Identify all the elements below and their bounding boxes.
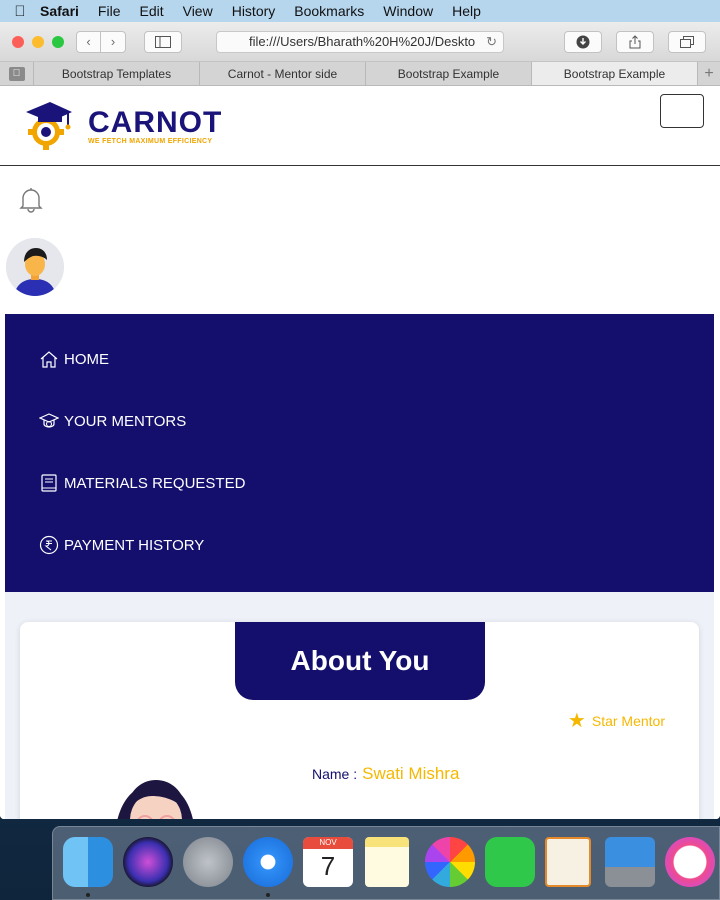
name-value: Swati Mishra: [362, 764, 460, 783]
nav-item-your-mentors[interactable]: YOUR MENTORS: [39, 410, 186, 432]
rupee-icon: [39, 535, 59, 555]
address-bar[interactable]: file:///Users/Bharath%20H%20J/Deskto ↻: [216, 30, 504, 53]
menu-file[interactable]: File: [98, 3, 121, 19]
about-card: About You ★ Star Mentor Name : Swati Mis…: [20, 622, 699, 819]
sidebar-icon: [155, 35, 171, 48]
home-icon: [40, 351, 58, 368]
side-navigation: HOME YOUR MENTORS MATERIALS REQUESTED PA…: [5, 314, 714, 592]
finder-running-indicator: [86, 893, 90, 897]
menu-window[interactable]: Window: [383, 3, 433, 19]
mentors-icon: [39, 413, 59, 428]
nav-materials-label: MATERIALS REQUESTED: [64, 474, 246, 492]
nav-payment-label: PAYMENT HISTORY: [64, 536, 205, 554]
site-logo[interactable]: CARNOT WE FETCH MAXIMUM EFFICIENCY: [22, 100, 222, 152]
navbar-toggler-button[interactable]: [660, 94, 704, 128]
tab-bootstrap-templates[interactable]: Bootstrap Templates: [34, 62, 200, 85]
menu-view[interactable]: View: [183, 3, 213, 19]
star-icon: ★: [567, 710, 586, 732]
browser-toolbar: ‹ › file:///Users/Bharath%20H%20J/Deskto…: [0, 22, 720, 62]
pages-icon[interactable]: [545, 837, 591, 887]
chevron-left-icon: ‹: [86, 34, 91, 49]
calendar-day: 7: [320, 851, 336, 881]
menu-history[interactable]: History: [232, 3, 276, 19]
logo-tagline: WE FETCH MAXIMUM EFFICIENCY: [88, 137, 213, 145]
nav-item-materials-requested[interactable]: MATERIALS REQUESTED: [39, 472, 245, 494]
close-window-button[interactable]: [12, 35, 24, 48]
tab-bar:  Bootstrap Templates Carnot - Mentor si…: [0, 62, 720, 86]
macos-dock: NOV 7: [52, 826, 720, 900]
keynote-icon[interactable]: [605, 837, 655, 887]
share-icon: [629, 34, 641, 48]
nav-home-label: HOME: [64, 350, 109, 368]
facetime-icon[interactable]: [485, 837, 535, 887]
logo-name: CARNOT: [88, 105, 223, 139]
zoom-window-button[interactable]: [52, 35, 64, 48]
menu-edit[interactable]: Edit: [139, 3, 163, 19]
window-controls: [12, 35, 64, 48]
notification-bell-icon[interactable]: [18, 186, 44, 219]
toolbar-right: [564, 30, 706, 53]
plus-icon: +: [704, 64, 714, 82]
menu-bookmarks[interactable]: Bookmarks: [294, 3, 364, 19]
tab-bootstrap-example[interactable]: Bootstrap Example: [366, 62, 532, 85]
site-header: CARNOT WE FETCH MAXIMUM EFFICIENCY: [0, 86, 720, 166]
photos-icon[interactable]: [425, 837, 475, 887]
share-button[interactable]: [616, 30, 654, 53]
logo-text: CARNOT WE FETCH MAXIMUM EFFICIENCY: [88, 105, 223, 145]
user-avatar[interactable]: [6, 238, 64, 296]
star-mentor-label: Star Mentor: [591, 712, 665, 729]
apple-menu-icon[interactable]: : [0, 3, 40, 20]
itunes-icon[interactable]: [665, 837, 715, 887]
nav-item-payment-history[interactable]: PAYMENT HISTORY: [39, 534, 204, 556]
browser-window: ‹ › file:///Users/Bharath%20H%20J/Deskto…: [0, 22, 720, 819]
finder-icon[interactable]: [63, 837, 113, 887]
siri-icon[interactable]: [123, 837, 173, 887]
address-text: file:///Users/Bharath%20H%20J/Deskto: [249, 34, 476, 49]
safari-icon[interactable]: [243, 837, 293, 887]
gear-graduation-cap-icon: [26, 102, 72, 150]
tab-bootstrap-example-active[interactable]: Bootstrap Example: [532, 62, 698, 85]
menu-app-name[interactable]: Safari: [40, 3, 79, 19]
tabs-icon: [680, 35, 694, 48]
calendar-month: NOV: [303, 837, 353, 849]
back-button[interactable]: ‹: [76, 30, 101, 53]
safari-running-indicator: [266, 893, 270, 897]
launchpad-icon[interactable]: [183, 837, 233, 887]
sidebar-toggle-button[interactable]: [144, 30, 182, 53]
macos-menubar:  Safari File Edit View History Bookmark…: [0, 0, 720, 22]
book-icon: [41, 474, 57, 492]
chevron-right-icon: ›: [110, 34, 116, 49]
name-label: Name :: [312, 766, 358, 782]
download-icon: [576, 35, 590, 48]
star-mentor-badge: ★ Star Mentor: [568, 708, 665, 733]
nav-mentors-label: YOUR MENTORS: [64, 412, 187, 430]
downloads-button[interactable]: [564, 30, 602, 53]
card-title: About You: [235, 622, 485, 700]
mentor-illustration: [117, 780, 193, 819]
reload-icon[interactable]: ↻: [486, 34, 497, 50]
menu-help[interactable]: Help: [452, 3, 481, 19]
pinned-tab[interactable]: : [0, 62, 34, 85]
web-page: CARNOT WE FETCH MAXIMUM EFFICIENCY HOME …: [0, 86, 720, 819]
tab-carnot-mentor[interactable]: Carnot - Mentor side: [200, 62, 366, 85]
forward-button[interactable]: ›: [101, 30, 126, 53]
name-row: Name : Swati Mishra: [312, 764, 459, 784]
apple-favicon-icon: : [8, 66, 25, 81]
tabs-overview-button[interactable]: [668, 30, 706, 53]
minimize-window-button[interactable]: [32, 35, 44, 48]
new-tab-button[interactable]: +: [698, 62, 720, 85]
notes-icon[interactable]: [365, 837, 409, 887]
history-nav: ‹ ›: [76, 30, 126, 53]
calendar-icon[interactable]: NOV 7: [303, 837, 353, 887]
nav-item-home[interactable]: HOME: [39, 348, 109, 370]
